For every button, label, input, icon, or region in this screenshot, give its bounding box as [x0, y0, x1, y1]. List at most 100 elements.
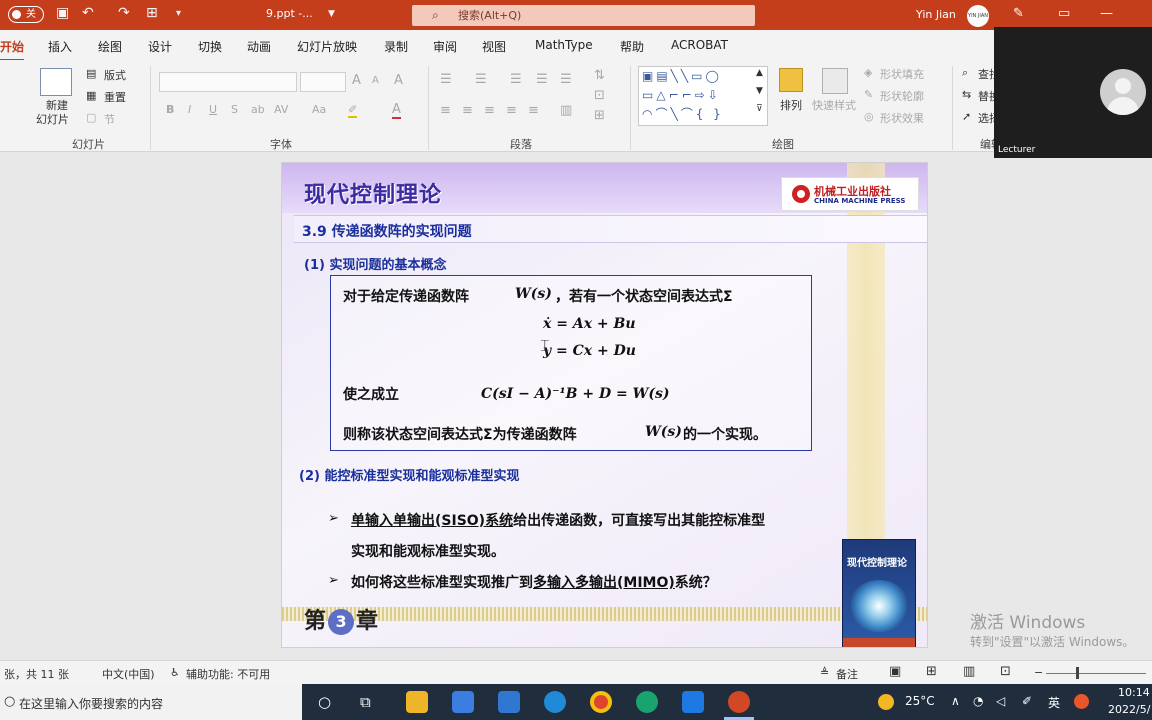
shape-outline-icon[interactable]: ✎ — [864, 88, 873, 101]
tab-help[interactable]: 帮助 — [620, 38, 644, 55]
mail-icon[interactable] — [498, 691, 520, 713]
font-shrink-icon[interactable]: A — [372, 75, 379, 86]
pen-icon[interactable]: ✎ — [1013, 6, 1024, 21]
shape-outline-button[interactable]: 形状轮廓 — [880, 88, 924, 104]
line-spacing-icon[interactable]: ☰ — [560, 72, 572, 87]
strikethrough-button[interactable]: ab — [251, 103, 265, 116]
align-right-icon[interactable]: ≡ — [484, 103, 495, 118]
section-button[interactable]: 节 — [104, 111, 115, 127]
font-color-button[interactable]: A — [392, 102, 401, 119]
lecturer-video-tile[interactable]: Lecturer — [994, 27, 1152, 158]
user-name[interactable]: Yin Jian — [916, 8, 956, 21]
tab-animations[interactable]: 动画 — [247, 38, 271, 55]
numbering-icon[interactable]: ☰ — [475, 72, 487, 87]
layout-button[interactable]: 版式 — [104, 67, 126, 83]
weather-icon[interactable] — [878, 694, 894, 710]
smartart-icon[interactable]: ⊞ — [594, 108, 605, 123]
columns-icon[interactable]: ▥ — [560, 103, 572, 118]
align-left-icon[interactable]: ≡ — [440, 103, 451, 118]
tab-view[interactable]: 视图 — [482, 38, 506, 55]
tab-slideshow[interactable]: 幻灯片放映 — [297, 38, 357, 55]
weather-temp[interactable]: 25°C — [905, 694, 935, 708]
language-indicator[interactable]: 中文(中国) — [102, 666, 155, 682]
tab-insert[interactable]: 插入 — [48, 38, 72, 55]
text-direction-icon[interactable]: ⇅ — [594, 68, 605, 83]
tab-review[interactable]: 审阅 — [433, 38, 457, 55]
subheading-2[interactable]: (2) 能控标准型实现和能观标准型实现 — [299, 465, 519, 484]
layout-icon[interactable]: ▤ — [86, 67, 96, 80]
select-icon[interactable]: ➚ — [962, 110, 971, 123]
align-text-icon[interactable]: ⊡ — [594, 88, 605, 103]
customize-qa-icon[interactable]: ▾ — [176, 8, 181, 19]
replace-icon[interactable]: ⇆ — [962, 88, 971, 101]
tab-draw[interactable]: 绘图 — [98, 38, 122, 55]
arrange-button[interactable]: 排列 — [780, 97, 802, 113]
highlight-icon[interactable]: ✐ — [348, 103, 358, 118]
sogou-ime-icon[interactable] — [1074, 694, 1089, 709]
reading-view-icon[interactable]: ▥ — [963, 664, 975, 679]
section-icon[interactable]: ▢ — [86, 111, 96, 124]
increase-indent-icon[interactable]: ☰ — [536, 72, 548, 87]
gallery-more-icon[interactable]: ⊽ — [756, 104, 763, 114]
normal-view-icon[interactable]: ▣ — [889, 664, 901, 679]
minimize-icon[interactable]: — — [1100, 6, 1113, 21]
align-center-icon[interactable]: ≡ — [462, 103, 473, 118]
powerpoint-icon[interactable] — [728, 691, 750, 713]
zoom-out-icon[interactable]: − — [1034, 666, 1043, 679]
quick-styles-icon[interactable] — [822, 68, 848, 94]
file-explorer-icon[interactable] — [406, 691, 428, 713]
clock-time[interactable]: 10:14 — [1118, 686, 1150, 699]
present-icon[interactable]: ⊞ — [146, 5, 158, 21]
slideshow-view-icon[interactable]: ⊡ — [1000, 664, 1011, 679]
zoom-slider[interactable] — [1046, 673, 1146, 674]
tab-design[interactable]: 设计 — [148, 38, 172, 55]
clear-format-icon[interactable]: A — [394, 73, 403, 88]
arrange-icon[interactable] — [779, 68, 803, 92]
decrease-indent-icon[interactable]: ☰ — [510, 72, 522, 87]
cortana-icon[interactable]: ○ — [318, 693, 331, 711]
definition-box[interactable]: 对于给定传递函数阵 W(s) ，若有一个状态空间表达式Σ ẋ = Ax + Bu… — [330, 275, 812, 451]
slide-canvas[interactable]: 现代控制理论 机械工业出版社 CHINA MACHINE PRESS 3.9 传… — [281, 162, 928, 648]
reset-icon[interactable]: ▦ — [86, 89, 96, 102]
slide-title[interactable]: 现代控制理论 — [304, 177, 442, 209]
justify-icon[interactable]: ≡ — [506, 103, 517, 118]
distribute-icon[interactable]: ≡ — [528, 103, 539, 118]
shadow-button[interactable]: S — [231, 103, 238, 116]
search-box[interactable]: ⌕ 搜索(Alt+Q) — [412, 5, 755, 26]
bullet-1-line-2[interactable]: 实现和能观标准型实现。 — [351, 541, 505, 561]
task-view-icon[interactable]: ⧉ — [360, 693, 371, 711]
document-filename[interactable]: 9.ppt -... — [266, 7, 313, 20]
find-icon[interactable]: ⌕ — [962, 66, 968, 80]
pen-tray-icon[interactable]: ✐ — [1022, 694, 1032, 708]
slide-sorter-icon[interactable]: ⊞ — [926, 664, 937, 679]
accessibility-status[interactable]: 辅助功能: 不可用 — [186, 666, 270, 682]
shape-fill-icon[interactable]: ◈ — [864, 66, 872, 79]
chrome-icon[interactable] — [590, 691, 612, 713]
speaker-icon[interactable]: ◁ — [996, 694, 1005, 708]
shape-effects-icon[interactable]: ◎ — [864, 110, 874, 123]
font-size-select[interactable] — [300, 72, 346, 92]
zoom-slider-thumb[interactable] — [1076, 667, 1079, 679]
redo-icon[interactable]: ↷ — [118, 5, 130, 21]
clock-date[interactable]: 2022/5/ — [1108, 703, 1150, 716]
shape-effects-button[interactable]: 形状效果 — [880, 110, 924, 126]
notes-icon[interactable]: ≜ — [820, 666, 829, 679]
accessibility-icon[interactable]: ♿ — [170, 666, 180, 679]
subheading-1[interactable]: (1) 实现问题的基本概念 — [304, 254, 446, 273]
gallery-down-icon[interactable]: ▼ — [756, 86, 763, 96]
change-case-button[interactable]: Aa — [312, 103, 326, 116]
font-family-select[interactable] — [159, 72, 297, 92]
tab-home[interactable]: 开始 — [0, 38, 25, 61]
save-icon[interactable]: ▣ — [56, 5, 69, 21]
bullet-1-line-1[interactable]: 单输入单输出(SISO)系统给出传递函数，可直接写出其能控标准型 — [351, 510, 765, 530]
tab-mathtype[interactable]: MathType — [535, 38, 593, 52]
bold-button[interactable]: B — [166, 103, 174, 116]
bullets-icon[interactable]: ☰ — [440, 72, 452, 87]
gallery-up-icon[interactable]: ▲ — [756, 68, 763, 78]
char-spacing-button[interactable]: AV — [274, 103, 288, 116]
store-icon[interactable] — [452, 691, 474, 713]
tab-record[interactable]: 录制 — [384, 38, 408, 55]
shapes-gallery[interactable]: ▣▤╲╲▭◯ ▭△⌐⌐⇨⇩ ◠⌒╲⌒{ } — [638, 66, 768, 126]
edge-icon[interactable] — [636, 691, 658, 713]
shape-fill-button[interactable]: 形状填充 — [880, 66, 924, 82]
